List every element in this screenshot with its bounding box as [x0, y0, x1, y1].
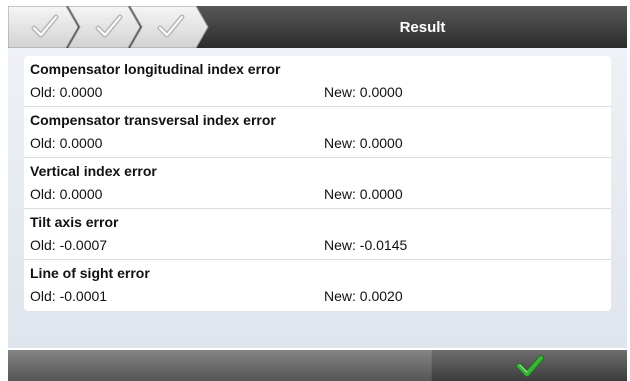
screen: Result Compensator longitudinal index er…	[0, 0, 630, 381]
new-value: New: -0.0145	[324, 237, 408, 253]
old-value: Old: 0.0000	[30, 186, 103, 202]
footer-left-area	[8, 350, 431, 381]
result-item: Vertical index error Old: 0.0000 New: 0.…	[24, 158, 611, 209]
result-values: Old: 0.0000 New: 0.0000	[24, 80, 611, 104]
result-values: Old: 0.0000 New: 0.0000	[24, 131, 611, 155]
result-values: Old: -0.0007 New: -0.0145	[24, 233, 611, 257]
new-value: New: 0.0000	[324, 84, 403, 100]
old-value: Old: -0.0001	[30, 288, 108, 304]
result-item: Tilt axis error Old: -0.0007 New: -0.014…	[24, 209, 611, 260]
results-list: Compensator longitudinal index error Old…	[24, 56, 611, 311]
result-title: Vertical index error	[30, 163, 157, 179]
result-title: Tilt axis error	[30, 214, 119, 230]
result-item: Compensator longitudinal index error Old…	[24, 56, 611, 107]
new-value: New: 0.0000	[324, 135, 403, 151]
result-title: Line of sight error	[30, 265, 150, 281]
green-check-icon	[515, 354, 544, 377]
result-title: Compensator longitudinal index error	[30, 61, 281, 77]
old-value: Old: -0.0007	[30, 237, 108, 253]
step-3-shape	[130, 6, 209, 48]
result-values: Old: 0.0000 New: 0.0000	[24, 182, 611, 206]
result-title: Compensator transversal index error	[30, 112, 276, 128]
result-item: Compensator transversal index error Old:…	[24, 107, 611, 158]
header-bar: Result	[8, 6, 627, 48]
result-values: Old: -0.0001 New: 0.0020	[24, 284, 611, 308]
results-panel: Compensator longitudinal index error Old…	[8, 48, 627, 348]
footer-bar	[8, 350, 627, 381]
old-value: Old: 0.0000	[30, 84, 103, 100]
step-breadcrumb	[8, 6, 218, 48]
result-item: Line of sight error Old: -0.0001 New: 0.…	[24, 260, 611, 311]
confirm-button[interactable]	[432, 350, 627, 381]
new-value: New: 0.0020	[324, 288, 403, 304]
page-title: Result	[399, 18, 446, 36]
old-value: Old: 0.0000	[30, 135, 103, 151]
step-3-tab[interactable]	[130, 6, 210, 48]
new-value: New: 0.0000	[324, 186, 403, 202]
